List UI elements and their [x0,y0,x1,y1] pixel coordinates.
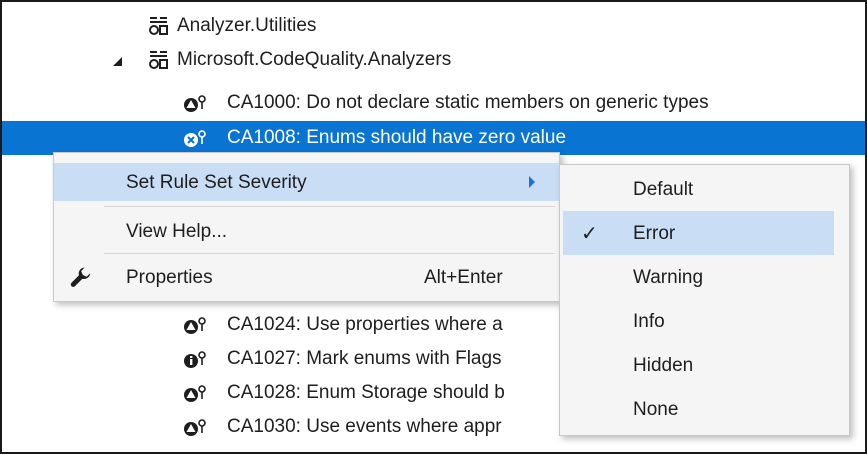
solution-explorer-panel: Analyzer.Utilities Microsoft.CodeQuality… [0,0,867,454]
menu-separator [104,253,555,254]
context-menu: Set Rule Set Severity View Help... Prope… [53,152,560,302]
tree-node-ca1000[interactable]: CA1000: Do not declare static members on… [2,86,865,120]
expanded-caret-icon[interactable] [113,57,122,66]
menu-item-shortcut: Alt+Enter [424,267,503,288]
assembly-icon [148,50,170,76]
rule-warning-icon [183,94,209,120]
rule-warning-icon [183,384,209,410]
menu-item-label: Info [633,311,665,332]
severity-option-none[interactable]: None [563,387,834,431]
menu-item-label: View Help... [126,221,228,242]
severity-option-warning[interactable]: Warning [563,255,834,299]
rule-warning-icon [183,316,209,342]
tree-node-label: CA1008: Enums should have zero value [227,127,567,148]
tree-node-label: CA1027: Mark enums with Flags [227,348,502,369]
menu-item-label: Hidden [633,355,694,376]
menu-item-label: Warning [633,267,704,288]
tree-node-label: Analyzer.Utilities [177,15,317,36]
menu-item-label: Error [633,223,676,244]
checkmark-icon: ✓ [581,223,598,245]
menu-item-properties[interactable]: Properties Alt+Enter [54,258,559,296]
wrench-icon [70,266,92,294]
menu-item-label: Default [633,179,694,200]
tree-node-analyzer-utilities[interactable]: Analyzer.Utilities [2,9,865,43]
severity-submenu: Default ✓ Error Warning Info Hidden None [559,164,850,436]
rule-info-icon [183,350,209,376]
tree-node-ca1008[interactable]: CA1008: Enums should have zero value [2,121,865,155]
submenu-arrow-icon [529,176,535,188]
assembly-icon [148,16,170,42]
tree-node-codequality-analyzers[interactable]: Microsoft.CodeQuality.Analyzers [2,43,865,77]
severity-option-info[interactable]: Info [563,299,834,343]
menu-item-view-help[interactable]: View Help... [54,212,559,250]
menu-item-label: Properties [126,267,213,288]
menu-item-label: None [633,399,679,420]
tree-node-label: CA1000: Do not declare static members on… [227,92,709,113]
menu-item-label: Set Rule Set Severity [126,172,307,193]
rule-warning-icon [183,418,209,444]
tree-node-label: Microsoft.CodeQuality.Analyzers [177,49,452,70]
severity-option-error[interactable]: ✓ Error [563,211,834,255]
tree-node-label: CA1030: Use events where appr [227,416,502,437]
menu-item-set-rule-set-severity[interactable]: Set Rule Set Severity [54,163,559,201]
tree-node-label: CA1028: Enum Storage should b [227,382,505,403]
tree-node-label: CA1024: Use properties where a [227,314,503,335]
severity-option-default[interactable]: Default [563,167,834,211]
severity-option-hidden[interactable]: Hidden [563,343,834,387]
menu-separator [104,206,555,207]
